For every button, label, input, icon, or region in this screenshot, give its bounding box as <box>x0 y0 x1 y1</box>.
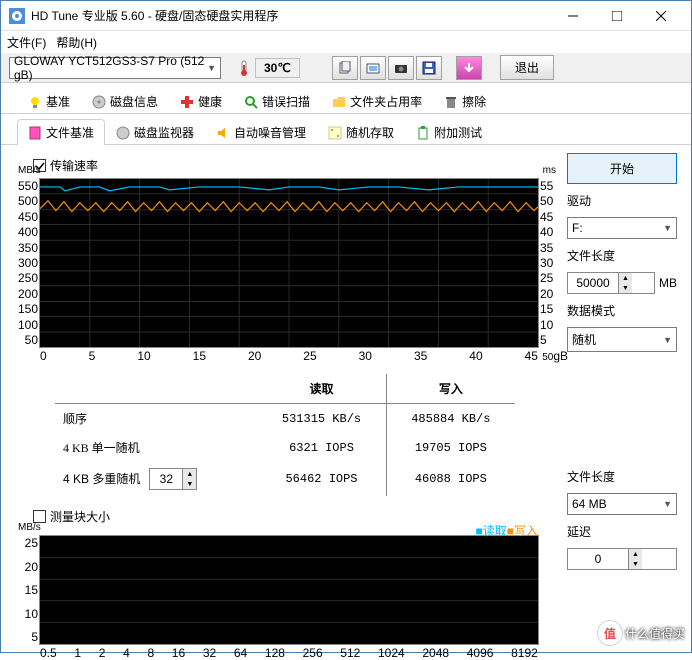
y-unit-right: ms <box>543 165 556 176</box>
delay-label: 延迟 <box>567 523 677 540</box>
tab-folder[interactable]: 文件夹占用率 <box>321 88 433 114</box>
temperature: 30℃ <box>237 58 300 78</box>
drive-label: 驱动 <box>567 192 677 209</box>
disk-icon <box>92 95 106 109</box>
tab-health[interactable]: 健康 <box>169 88 233 114</box>
x-unit: 50gB <box>542 349 568 363</box>
bulb-icon <box>28 95 42 109</box>
tab-errorscan[interactable]: 错误扫描 <box>233 88 321 114</box>
camera-button[interactable] <box>388 56 414 80</box>
window-title: HD Tune 专业版 5.60 - 硬盘/固态硬盘实用程序 <box>31 7 551 24</box>
temperature-value: 30℃ <box>255 58 300 78</box>
content: 传输速率 MB/s ms 550500450400350300250200150… <box>1 145 691 653</box>
file-length-stepper[interactable]: ▲▼ <box>567 272 655 294</box>
tab-file-benchmark[interactable]: 文件基准 <box>17 119 105 145</box>
file-icon <box>28 126 42 140</box>
chevron-down-icon: ▼ <box>207 63 216 73</box>
menu-file[interactable]: 文件(F) <box>7 34 46 51</box>
tab-monitor[interactable]: 磁盘监视器 <box>105 119 205 145</box>
toolbar: GLOWAY YCT512GS3-S7 Pro (512 gB) ▼ 30℃ 退… <box>1 53 691 83</box>
col-read: 读取 <box>257 374 386 404</box>
y-unit-2: MB/s <box>18 522 41 533</box>
download-button[interactable] <box>456 56 482 80</box>
checkbox-transfer-rate[interactable]: 传输速率 <box>33 157 557 174</box>
multi-random-stepper[interactable]: ▲▼ <box>149 468 197 490</box>
table-row: 顺序531315 KB/s485884 KB/s <box>55 404 515 434</box>
table-row: 4 KB 单一随机6321 IOPS19705 IOPS <box>55 433 515 462</box>
multi-value[interactable] <box>150 470 182 488</box>
monitor-icon <box>116 126 130 140</box>
col-write: 写入 <box>386 374 515 404</box>
plus-icon <box>180 95 194 109</box>
watermark-icon: 值 <box>597 620 623 646</box>
drive-select-value: GLOWAY YCT512GS3-S7 Pro (512 gB) <box>14 54 207 82</box>
maximize-button[interactable] <box>595 2 639 30</box>
drive-select[interactable]: GLOWAY YCT512GS3-S7 Pro (512 gB) ▼ <box>9 57 221 79</box>
speaker-icon <box>216 126 230 140</box>
transfer-rate-chart: MB/s ms 55050045040035030025020015010050… <box>39 178 539 348</box>
titlebar: HD Tune 专业版 5.60 - 硬盘/固态硬盘实用程序 <box>1 1 691 31</box>
tab-info[interactable]: 磁盘信息 <box>81 88 169 114</box>
file-length-2-select[interactable]: 64 MB▼ <box>567 493 677 515</box>
close-button[interactable] <box>639 2 683 30</box>
block-size-chart: MB/s ■读取■写入 252015105 0.5124816326412825… <box>39 535 539 645</box>
chevron-down-icon: ▼ <box>663 223 672 233</box>
folder-icon <box>332 95 346 109</box>
chevron-down-icon: ▼ <box>663 335 672 345</box>
file-length-2-label: 文件长度 <box>567 468 677 485</box>
menu-help[interactable]: 帮助(H) <box>56 34 97 51</box>
minimize-button[interactable] <box>551 2 595 30</box>
clipboard-icon <box>416 126 430 140</box>
tab-random[interactable]: 随机存取 <box>317 119 405 145</box>
y-unit: MB/s <box>18 165 41 176</box>
step-up[interactable]: ▲ <box>182 469 196 479</box>
menubar: 文件(F) 帮助(H) <box>1 31 691 53</box>
exit-button[interactable]: 退出 <box>500 55 554 80</box>
tab-erase[interactable]: 擦除 <box>433 88 497 114</box>
drive-letter-select[interactable]: F:▼ <box>567 217 677 239</box>
data-mode-select[interactable]: 随机▼ <box>567 327 677 352</box>
random-icon <box>328 126 342 140</box>
thermometer-icon <box>237 59 251 77</box>
save-button[interactable] <box>416 56 442 80</box>
results-table: 读取写入 顺序531315 KB/s485884 KB/s 4 KB 单一随机6… <box>55 374 557 496</box>
tab-row-top: 基准 磁盘信息 健康 错误扫描 文件夹占用率 擦除 <box>1 87 691 114</box>
app-icon <box>9 8 25 24</box>
tab-aam[interactable]: 自动噪音管理 <box>205 119 317 145</box>
table-row: 4 KB 多重随机 ▲▼ 56462 IOPS46088 IOPS <box>55 462 515 496</box>
copy-button[interactable] <box>332 56 358 80</box>
start-button[interactable]: 开始 <box>567 153 677 184</box>
watermark: 值 什么值得买 <box>597 620 685 646</box>
side-panel: 开始 驱动 F:▼ 文件长度 ▲▼ MB 数据模式 随机▼ 文件长度 64 MB… <box>567 153 677 645</box>
file-length-label: 文件长度 <box>567 247 677 264</box>
delay-stepper[interactable]: ▲▼ <box>567 548 677 570</box>
tab-benchmark[interactable]: 基准 <box>17 88 81 114</box>
erase-icon <box>444 95 458 109</box>
data-mode-label: 数据模式 <box>567 302 677 319</box>
screenshot-button[interactable] <box>360 56 386 80</box>
tab-row-bottom: 文件基准 磁盘监视器 自动噪音管理 随机存取 附加测试 <box>1 118 691 145</box>
tab-extra[interactable]: 附加测试 <box>405 119 493 145</box>
step-down[interactable]: ▼ <box>182 479 196 489</box>
chevron-down-icon: ▼ <box>663 499 672 509</box>
search-icon <box>244 95 258 109</box>
